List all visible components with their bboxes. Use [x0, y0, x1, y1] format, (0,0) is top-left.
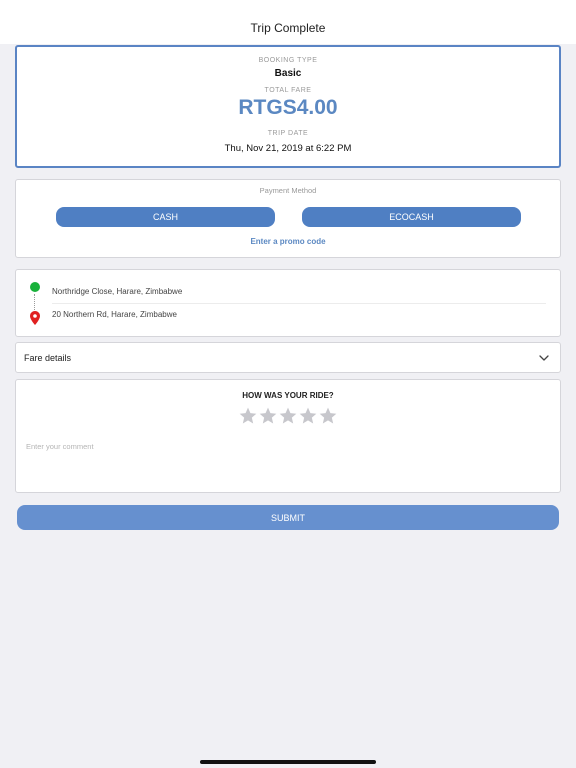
payment-method-card: Payment Method CASH ECOCASH Enter a prom… — [15, 179, 561, 258]
fare-details-label: Fare details — [24, 353, 72, 363]
submit-button[interactable]: SUBMIT — [17, 505, 559, 530]
cash-button[interactable]: CASH — [56, 207, 275, 227]
route-connector — [34, 294, 36, 310]
pickup-dot-icon — [30, 282, 40, 292]
trip-date-label: TRIP DATE — [267, 130, 309, 137]
total-fare-value: RTGS4.00 — [238, 96, 338, 119]
nav-bar: Trip Complete — [0, 0, 576, 44]
comment-input[interactable] — [26, 442, 546, 482]
route-card: Northridge Close, Harare, Zimbabwe 20 No… — [15, 269, 561, 337]
rating-question: HOW WAS YOUR RIDE? — [242, 391, 334, 400]
chevron-down-icon — [539, 355, 549, 361]
dropoff-pin-icon — [30, 311, 40, 325]
star-icon[interactable] — [278, 406, 298, 426]
divider — [52, 303, 546, 304]
page-title: Trip Complete — [250, 21, 326, 35]
trip-date-value: Thu, Nov 21, 2019 at 6:22 PM — [224, 143, 352, 154]
booking-summary-card: BOOKING TYPE Basic TOTAL FARE RTGS4.00 T… — [15, 45, 561, 168]
payment-method-label: Payment Method — [259, 186, 317, 195]
star-icon[interactable] — [298, 406, 318, 426]
home-indicator[interactable] — [200, 760, 376, 764]
star-icon[interactable] — [258, 406, 278, 426]
booking-type-value: Basic — [274, 68, 302, 79]
booking-type-label: BOOKING TYPE — [258, 57, 318, 64]
dropoff-address: 20 Northern Rd, Harare, Zimbabwe — [52, 310, 177, 319]
fare-details-row[interactable]: Fare details — [15, 342, 561, 373]
star-icon[interactable] — [238, 406, 258, 426]
star-icon[interactable] — [318, 406, 338, 426]
pickup-address: Northridge Close, Harare, Zimbabwe — [52, 287, 183, 296]
ecocash-button[interactable]: ECOCASH — [302, 207, 521, 227]
star-rating — [16, 406, 560, 426]
rating-card: HOW WAS YOUR RIDE? — [15, 379, 561, 493]
total-fare-label: TOTAL FARE — [264, 87, 312, 94]
promo-code-link[interactable]: Enter a promo code — [16, 237, 560, 246]
